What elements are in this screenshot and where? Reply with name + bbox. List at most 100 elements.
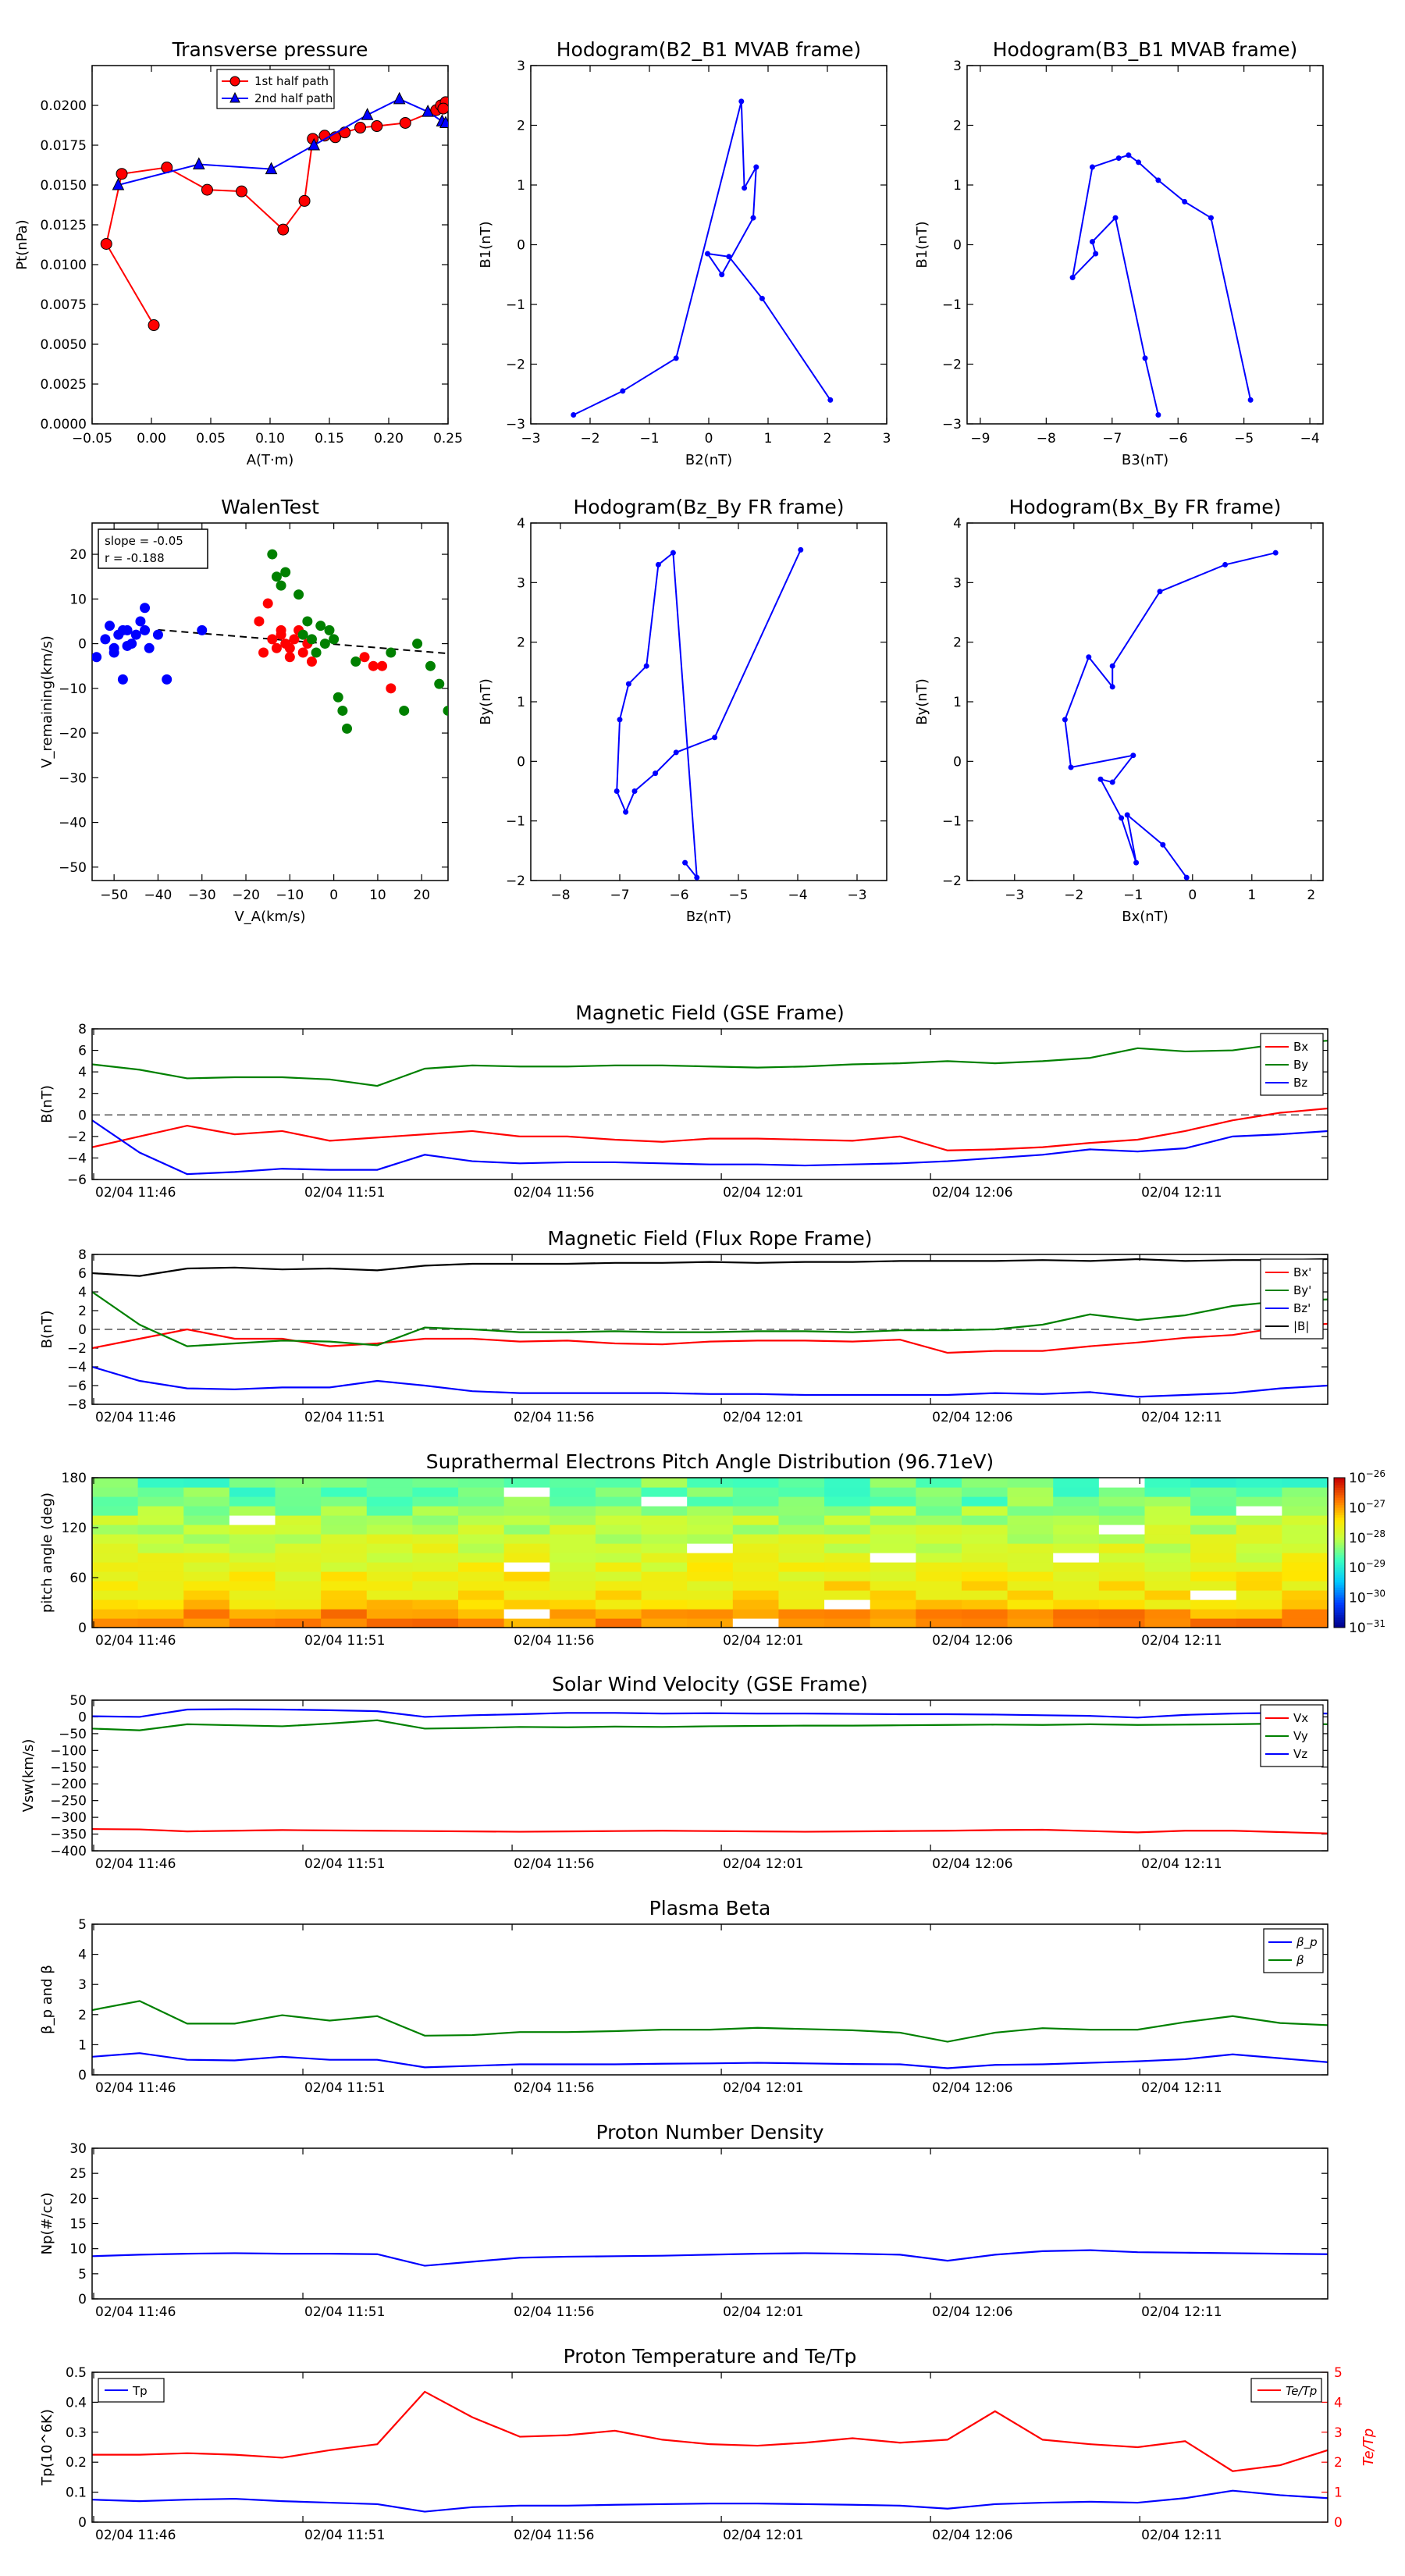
data-point (393, 91, 406, 105)
heatmap-cell (916, 1553, 962, 1563)
heatmap-cell (366, 1534, 414, 1544)
heatmap-cell (275, 1534, 322, 1544)
data-point (412, 639, 423, 649)
heatmap-cell (458, 1553, 505, 1563)
heatmap-cell (1190, 1478, 1237, 1488)
heatmap-cell (732, 1562, 780, 1572)
heatmap-cell (183, 1534, 230, 1544)
data-point (1208, 215, 1214, 221)
heatmap-cell (641, 1581, 688, 1591)
series-Tp (92, 2489, 1328, 2513)
heatmap-cell (961, 1562, 1008, 1572)
data-point (315, 621, 326, 632)
data-point (354, 122, 367, 134)
heatmap-cell (137, 1581, 184, 1591)
heatmap-cell (1098, 1496, 1146, 1507)
x-tick-label: 0.20 (374, 431, 404, 447)
legend-label: |B| (1293, 1319, 1309, 1333)
x-tick-label: 02/04 11:51 (304, 2304, 385, 2320)
colorbar-step (1334, 1537, 1345, 1541)
y-tick-label: 0.0000 (41, 417, 87, 432)
heatmap-cell (870, 1618, 916, 1628)
heatmap-cell (778, 1525, 825, 1535)
data-point (753, 164, 759, 170)
colorbar-step (1334, 1528, 1345, 1531)
data-point (1097, 776, 1104, 782)
heatmap-cell (1007, 1506, 1054, 1516)
heatmap-cell (1053, 1609, 1100, 1619)
heatmap-cell (229, 1599, 276, 1610)
heatmap-cell (366, 1609, 414, 1619)
data-point (1126, 152, 1132, 158)
heatmap-cell (1236, 1553, 1282, 1563)
x-axis-label: B2(nT) (685, 452, 732, 468)
x-tick-label: −2 (580, 431, 599, 447)
colorbar-step (1334, 1617, 1345, 1621)
heatmap-cell (595, 1478, 642, 1488)
data-point (254, 616, 265, 627)
heatmap-cell (550, 1581, 596, 1591)
heatmap-cell (1236, 1609, 1282, 1619)
chart-mag_fr: Magnetic Field (Flux Rope Frame) −8 −6 −4 −2… (39, 1227, 1329, 1425)
x-tick-label: 2 (823, 431, 832, 447)
heatmap-cell (916, 1515, 962, 1525)
y-tick-label: 0 (78, 1710, 87, 1725)
data-point (339, 126, 351, 139)
y-tick-label: −2 (506, 358, 525, 373)
heatmap-cell (366, 1496, 414, 1507)
data-point (293, 589, 304, 600)
heatmap-cell (732, 1496, 780, 1507)
heatmap-cell (870, 1590, 916, 1600)
heatmap-cell (870, 1534, 916, 1544)
heatmap-cell (641, 1562, 688, 1572)
heatmap-cell (229, 1553, 276, 1563)
heatmap-cell (137, 1590, 184, 1600)
heatmap-cell (321, 1562, 368, 1572)
data-point (359, 652, 370, 663)
heatmap-cell (1007, 1599, 1054, 1610)
heatmap-cell (321, 1553, 368, 1563)
y-tick-label: 0 (517, 238, 525, 254)
x-tick-label: −8 (550, 888, 570, 903)
x-tick-label: 02/04 12:06 (932, 2304, 1012, 2320)
heatmap-cell (687, 1599, 734, 1610)
heatmap-cell (870, 1515, 916, 1525)
colorbar-step (1334, 1512, 1345, 1516)
heatmap-cell (961, 1609, 1008, 1619)
heatmap-cell (366, 1581, 414, 1591)
heatmap-cell (824, 1590, 871, 1600)
heatmap-cell (961, 1543, 1008, 1553)
heatmap-cell (1282, 1581, 1329, 1591)
heatmap-cell (1053, 1571, 1100, 1582)
heatmap-cell (641, 1487, 688, 1497)
x-tick-label: −30 (188, 888, 216, 903)
heatmap-cell (92, 1562, 139, 1572)
y-tick-label: 0 (517, 754, 525, 770)
data-point (92, 652, 102, 663)
heatmap-cell (1236, 1599, 1282, 1610)
heatmap-cell (1236, 1571, 1282, 1582)
y-tick-label: −3 (506, 417, 525, 432)
heatmap-cell (595, 1534, 642, 1544)
heatmap-cell (1236, 1543, 1282, 1553)
data-point (1247, 397, 1254, 403)
y-tick-label: −2 (942, 358, 962, 373)
heatmap-cell (595, 1571, 642, 1582)
heatmap-cell (183, 1515, 230, 1525)
heatmap-cell (503, 1487, 550, 1497)
y-tick-label: 0 (953, 238, 962, 254)
data-point (620, 388, 626, 394)
heatmap-cell (1144, 1543, 1191, 1553)
data-point (759, 295, 765, 301)
colorbar-step (1334, 1520, 1345, 1524)
heatmap-cell (229, 1590, 276, 1600)
heatmap-cell (824, 1571, 871, 1582)
heatmap-cell (503, 1562, 550, 1572)
heatmap-cell (641, 1609, 688, 1619)
data-point (1069, 275, 1076, 281)
heatmap-cell (687, 1496, 734, 1507)
data-point (655, 561, 661, 568)
heatmap-cell (1007, 1618, 1054, 1628)
colorbar-step (1334, 1490, 1345, 1493)
heatmap-cell (1053, 1581, 1100, 1591)
